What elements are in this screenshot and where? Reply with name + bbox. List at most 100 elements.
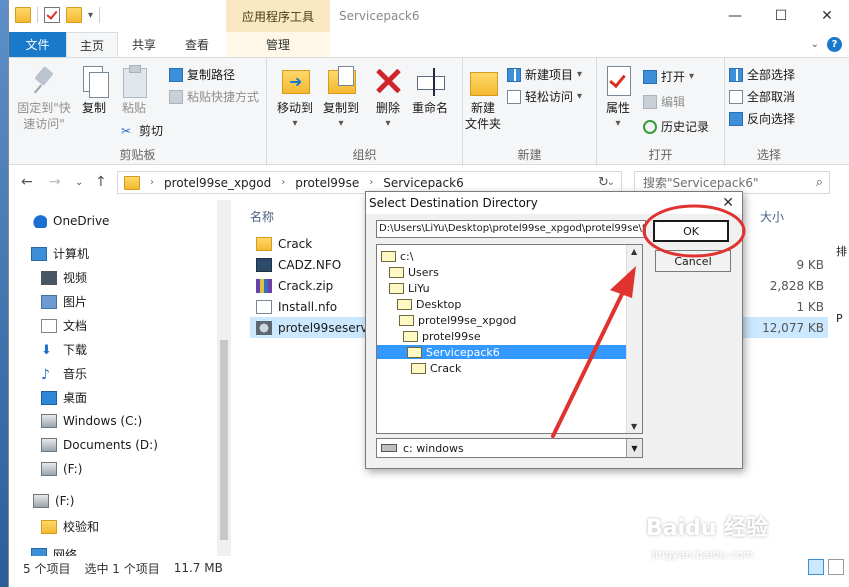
delete-button[interactable]: 删除 ▾ [373,64,403,132]
desktop-icon [41,390,57,405]
large-icons-view-icon[interactable] [828,559,844,575]
up-arrow-icon[interactable]: ↑ [95,174,107,190]
help-icon[interactable]: ? [827,37,842,52]
tab-file[interactable]: 文件 [9,32,66,57]
sidebar-item-drive-f-root[interactable]: (F:) [33,494,74,508]
move-to-icon [280,64,310,98]
copy-to-button[interactable]: 复制到 ▾ [321,64,361,132]
edit-button[interactable]: 编辑 [643,93,685,110]
sidebar-item-checksum[interactable]: 校验和 [41,518,99,535]
qat-dropdown-icon[interactable]: ▾ [88,10,93,21]
new-folder-icon [468,64,498,98]
column-header-size[interactable]: 大小 [760,208,784,225]
tree-item[interactable]: c:\ [381,249,413,263]
tab-home[interactable]: 主页 [66,32,118,57]
destination-path-field[interactable]: D:\Users\LiYu\Desktop\protel99se_xpgod\p… [376,220,646,238]
history-button[interactable]: 历史记录 [643,118,709,135]
tree-item[interactable]: Crack [411,361,461,375]
background-fragment: 排 [836,245,847,258]
sidebar-scrollbar-thumb[interactable] [220,340,228,540]
breadcrumb-item[interactable]: protel99se [295,176,359,190]
app-tools-tab[interactable]: 应用程序工具 [226,0,330,32]
dropdown-icon: ▾ [577,69,583,80]
sidebar-item-videos[interactable]: 视频 [41,269,87,286]
details-view-icon[interactable] [808,559,824,575]
minimize-button[interactable]: — [712,0,758,32]
paste-shortcut-button[interactable]: 粘贴快捷方式 [169,88,259,105]
new-item-button[interactable]: 新建项目 ▾ [507,66,582,83]
history-icon [643,119,657,134]
tree-item[interactable]: protel99se [403,329,481,343]
ribbon-collapse-icon[interactable]: ⌄ [811,39,819,50]
cut-button[interactable]: ✂ 剪切 [121,122,163,139]
copy-path-icon [169,67,183,82]
tree-item[interactable]: protel99se_xpgod [399,313,516,327]
new-folder-icon[interactable] [66,7,82,23]
tree-item[interactable]: LiYu [389,281,430,295]
sidebar-item-computer[interactable]: 计算机 [31,245,89,262]
scroll-down-icon[interactable]: ▼ [631,422,637,431]
tree-item-label: LiYu [408,281,430,295]
tree-item-label: Users [408,265,439,279]
copy-button[interactable]: 复制 [77,64,111,116]
tree-item-label: Crack [430,361,462,375]
drive-select[interactable]: c: windows ▼ [376,438,643,458]
rename-button[interactable]: 重命名 [409,64,451,116]
tab-manage[interactable]: 管理 [226,32,330,57]
back-arrow-icon[interactable]: ← [21,174,33,190]
refresh-icon[interactable]: ↻ [598,175,609,190]
tab-view[interactable]: 查看 [174,32,220,57]
tree-scrollbar[interactable]: ▲ ▼ [626,245,642,433]
select-none-button[interactable]: 全部取消 [729,88,795,105]
open-button[interactable]: 打开 ▾ [643,68,694,85]
ok-button[interactable]: OK [653,220,729,242]
easy-access-button[interactable]: 轻松访问 ▾ [507,88,582,105]
maximize-button[interactable]: ☐ [758,0,804,32]
close-icon[interactable]: ✕ [722,195,734,211]
properties-button[interactable]: 属性 ▾ [603,64,633,132]
sidebar-item-label: OneDrive [53,214,110,228]
new-folder-button[interactable]: 新建 文件夹 [463,64,503,132]
drive-icon [41,414,57,428]
tree-item-label: protel99se [422,329,481,343]
tree-item-selected[interactable]: Servicepack6 [377,345,642,359]
sidebar-item-drive-f[interactable]: (F:) [41,462,82,476]
invert-selection-button[interactable]: 反向选择 [729,110,795,127]
sidebar-item-label: 下载 [63,343,88,357]
copy-path-button[interactable]: 复制路径 [169,66,235,83]
sidebar-item-label: 计算机 [53,247,90,261]
sidebar-item-music[interactable]: 音乐 [41,365,87,382]
pin-quick-access-button[interactable]: 固定到"快 速访问" [13,64,75,132]
select-group-label: 选择 [756,148,781,162]
properties-check-icon[interactable] [44,7,60,23]
sidebar-item-drive-d[interactable]: Documents (D:) [41,438,158,452]
move-to-button[interactable]: 移动到 ▾ [275,64,315,132]
breadcrumb-item[interactable]: protel99se_xpgod [164,176,271,190]
select-all-button[interactable]: 全部选择 [729,66,795,83]
sidebar-item-pictures[interactable]: 图片 [41,293,87,310]
sidebar-item-label: 校验和 [63,520,100,534]
tree-item[interactable]: Desktop [397,297,461,311]
paste-button[interactable]: 粘贴 [117,64,151,116]
chevron-down-icon[interactable]: ▼ [626,439,642,457]
folder-icon[interactable] [15,7,31,23]
sidebar-item-drive-c[interactable]: Windows (C:) [41,414,142,428]
recent-dropdown-icon[interactable]: ⌄ [75,177,83,188]
scroll-up-icon[interactable]: ▲ [631,247,637,256]
sidebar-item-onedrive[interactable]: OneDrive [31,214,109,228]
tab-share[interactable]: 共享 [121,32,167,57]
sidebar-item-desktop[interactable]: 桌面 [41,389,87,406]
cancel-button[interactable]: Cancel [655,250,731,272]
open-folder-icon [399,314,414,326]
edit-label: 编辑 [661,95,686,109]
dialog-title-bar: Select Destination Directory ✕ [366,192,742,214]
dropdown-icon: ▾ [577,91,583,102]
close-button[interactable]: ✕ [804,0,849,32]
forward-arrow-icon[interactable]: → [49,174,61,190]
sidebar-item-downloads[interactable]: 下载 [41,341,87,358]
tree-item[interactable]: Users [389,265,439,279]
sidebar-item-documents[interactable]: 文档 [41,317,87,334]
column-header-name[interactable]: 名称 [250,208,274,225]
sidebar-item-label: 桌面 [63,391,88,405]
breadcrumb-item[interactable]: Servicepack6 [383,176,464,190]
